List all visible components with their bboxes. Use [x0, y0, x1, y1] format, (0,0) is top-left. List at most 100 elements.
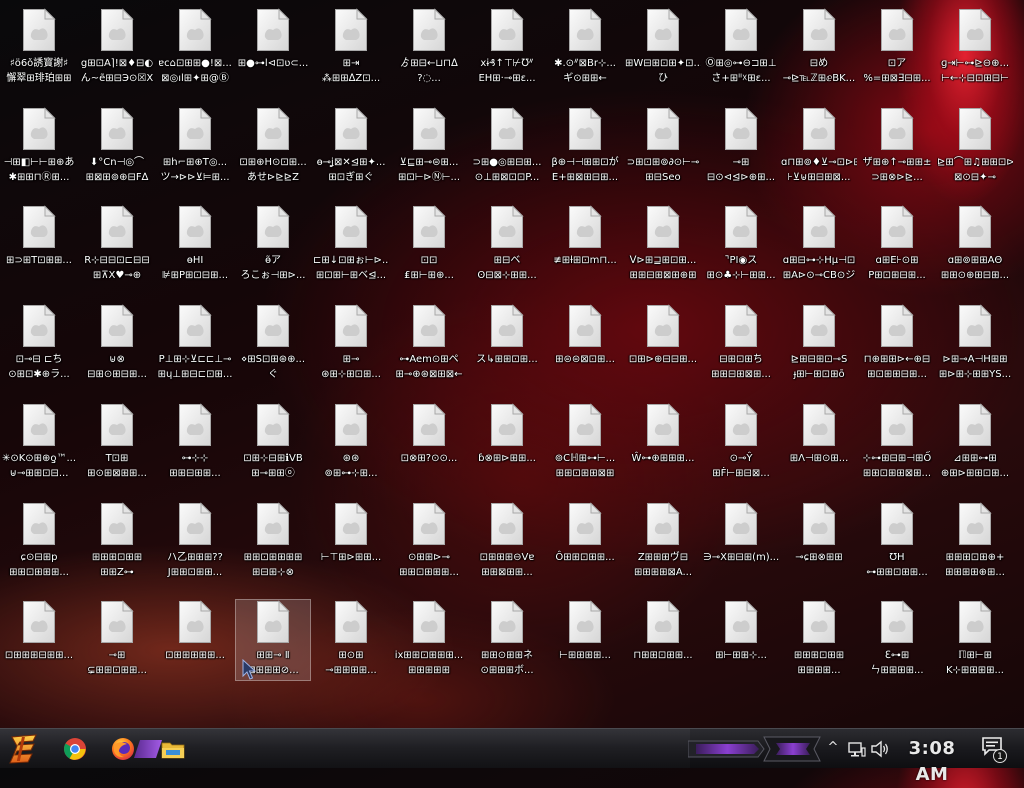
desktop-file-icon[interactable]: ⊣⊞◧⊢⊢⊞⊕あ ✱⊞⊞⊓Ⓡ⊞...	[1, 102, 77, 188]
desktop-file-icon[interactable]: ハ乙⊞⊞⊞?? J⊞⊞⊡⊞⊞...	[157, 497, 233, 583]
desktop-file-icon[interactable]: ⬇°Cn⊣◎⌒ ⊞⊠⊞⊚⊕⊟F∆	[79, 102, 155, 188]
desktop-file-icon[interactable]: ⊸⊞ ⊊⊞⊞⊡⊞⊞...	[79, 595, 155, 681]
desktop-file-icon[interactable]: ⊞⊟ベ ʘ⊟⊠⊹⊞⊞...	[469, 200, 545, 286]
desktop-file-icon[interactable]: ⊟⊞⊡⊞ち ⊞⊞⊟⊞⊠⊞...	[703, 299, 779, 385]
desktop-file-icon[interactable]: ⊓⊕⊞⊞⊳←⊕⊟ ⊞⊡⊞⊞⊟⊞...	[859, 299, 935, 385]
desktop-file-icon[interactable]: ⊡⊞⊹⊟⊞ℹVB ⊞⊸⊞⊞ⓞ	[235, 398, 311, 484]
desktop-file-icon[interactable]: ix⊞⊞⊡⊞⊞⊞... ⊞⊞⊞⊞⊞	[391, 595, 467, 681]
desktop-file-icon[interactable]: ɓ⊗⊞⊳⊞⊞...	[469, 398, 545, 484]
desktop-file-icon[interactable]: ⊢⊤⊞⊳⊞⊞...	[313, 497, 389, 583]
desktop-file-icon[interactable]: ⊡⊞⊕H⊙⊡⊞... あせ⊳⊵⊵Z	[235, 102, 311, 188]
desktop-file-icon[interactable]: ⊎⊗ ⊟⊞⊙⊞⊟⊞...	[79, 299, 155, 385]
desktop-file-icon[interactable]: ⊙⊸Ŷ ⊞Ḟ⊢⊞⊟⊠...	[703, 398, 779, 484]
desktop-file-icon[interactable]: ɡ⇥⊢⊶⊵⊖⊕... ⊢←⊹⊟⊡⊞⊟⊢	[937, 3, 1013, 89]
desktop-file-icon[interactable]: ス↳⊞⊞⊡⊞...	[469, 299, 545, 385]
desktop-file-icon[interactable]: ⊞⊞⊡⊞⊞⊞⊞ ⊞⊟⊞⊹⊗	[235, 497, 311, 583]
chevron-up-icon[interactable]: ^	[825, 738, 841, 758]
desktop-file-icon[interactable]: ⊏⊞↓⊡⊞ぉ⊢⊳... ⊞⊡⊞⊢⊞ベ⊴...	[313, 200, 389, 286]
desktop-file-icon[interactable]: ɕ⊙⊟⊞p ⊞⊞⊡⊞⊞⊞...	[1, 497, 77, 583]
desktop-file-icon[interactable]: ⊡⊸⊟ ⊏ち ⊙⊞⊡✱⊕ラ...	[1, 299, 77, 385]
volume-icon[interactable]	[870, 739, 890, 759]
desktop-file-icon[interactable]: ♯ö6ǒ誘寳謝♯ 懈翠⊞琲珀⊞⊞	[1, 3, 77, 89]
firefox-icon[interactable]	[110, 736, 136, 762]
desktop-file-icon[interactable]: ⊡⊞⊳⊕⊟⊟⊞...	[625, 299, 701, 385]
clock[interactable]: 3:08 AM	[898, 736, 966, 785]
desktop-file-icon[interactable]: ⊞⊙⊞ ⊸⊞⊞⊞⊞...	[313, 595, 389, 681]
desktop-file-icon[interactable]: ⊡⊡ ₤⊞⊢⊞⊕...	[391, 200, 467, 286]
network-icon[interactable]	[847, 739, 867, 759]
desktop-file-icon[interactable]: ⊞⊸ ⊛⊞⊹⊞⊡⊞...	[313, 299, 389, 385]
desktop-file-icon[interactable]: ⊞Λ⊣⊞⊙⊞...	[781, 398, 857, 484]
desktop-file-icon[interactable]: ⊙⊞⊞⊳⊸ ⊞⊞⊡⊞⊞⊞...	[391, 497, 467, 583]
desktop-file-icon[interactable]: ザ⊞⊕↑⊸⊞⊞± ⊃⊞⊗⊳⊵...	[859, 102, 935, 188]
desktop-file-icon[interactable]: ɐc⌂⊡⊞⊞●!⊠... ⊠◎ıl⊞✦⊞@Ⓑ	[157, 3, 233, 89]
desktop-file-icon[interactable]: ✳⊙K⊙⊞⊕ƍ™... ⊎⊸⊞⊞⊡⊟...	[1, 398, 77, 484]
desktop-file-icon[interactable]: Ŵ⊶⊕⊞⊞⊞...	[625, 398, 701, 484]
desktop-file-icon[interactable]: ⊢⊞⊞⊞⊞...	[547, 595, 623, 681]
desktop-file-icon[interactable]: ⊶⊹⊹ ⊞⊞⊟⊞⊞...	[157, 398, 233, 484]
desktop-file-icon[interactable]: ⊹⊶⊞⊟⊞⊣⊞Ố ⊞⊞⊡⊞⊞⊠⊞...	[859, 398, 935, 484]
desktop-file-icon[interactable]: ⊳⊞⊸A⊣H⊞⊞ ⊞⊳⊞⊹⊞⊞YS...	[937, 299, 1013, 385]
desktop-file-icon[interactable]: ⊞⊞⊞⊡⊞⊕+ ⊞⊞⊞⊞⊕⊞...	[937, 497, 1013, 583]
desktop-file-icon[interactable]: ⊞⊞⊞⊡⊞⊞ ⊞⊞Z⊶	[79, 497, 155, 583]
desktop-file-icon[interactable]: ⊞W⊟⊞⊡⊞✦⊡... ひ	[625, 3, 701, 89]
desktop-file-icon[interactable]: ⊡ア %=⊞⊠∃⊟⊞...	[859, 3, 935, 89]
desktop-file-icon[interactable]: ⊶Aem⊙⊞ペ ⊞⊸⊕⊛⊠⊞⊠←	[391, 299, 467, 385]
desktop-file-icon[interactable]: ⊻⊑⊞⊸⊜⊞... ⊞⊡⊢⊳Ⓝ⊢...	[391, 102, 467, 188]
desktop-file-icon[interactable]: ✱.⊙ᐥ⊠Br⊹... ギ⊙⊞⊞←	[547, 3, 623, 89]
notification-button[interactable]: 1	[981, 735, 1007, 763]
desktop-file-icon[interactable]: ⊿⊞⊞⊶⊞ ⊕⊞⊳⊞⊞⊡⊞...	[937, 398, 1013, 484]
desktop-file-icon[interactable]: ⊞⊞⊙⊞⊞ネ ⊙⊞⊞⊞ボ...	[469, 595, 545, 681]
desktop-file-icon[interactable]: ⊸ɕ⊞⊗⊞⊞	[781, 497, 857, 583]
desktop-file-icon[interactable]: β⊕⊣⊣⊞⊞⊡が E+⊞⊠⊞⊟⊞...	[547, 102, 623, 188]
desktop-file-icon[interactable]: ɑ⊞⊚⊞⊞AΘ ⊞⊞⊙⊕⊞⊟⊞...	[937, 200, 1013, 286]
desktop-file-icon[interactable]: Ⓞ⊞◎⊶⊖⊐⊞⊥ さ+⊞ᐦ☓⊞ɛ...	[703, 3, 779, 89]
desktop-file-icon[interactable]: ⊵⊞⌒⊞♫⊞⊞⊡⊳ ⊠⊙⊟✦⊸	[937, 102, 1013, 188]
chrome-icon[interactable]	[62, 736, 88, 762]
desktop-file-icon[interactable]: ɑ⊓⊞⊚♦⊻⊸⊡⊳⊟ ⊦⊻⊎⊞⊟⊞⊠...	[781, 102, 857, 188]
desktop-file-icon[interactable]: ɵ̃ア ろこぉ⊣⊞⊳...	[235, 200, 311, 286]
desktop-file-icon[interactable]: R⊹⊟⊟⊡⊏⊟⊟ ⊞⊼X♥⊸⊕	[79, 200, 155, 286]
desktop-file-icon[interactable]: ⊛⊛ ⊚⊞⊶⊹⊞...	[313, 398, 389, 484]
desktop-file-icon[interactable]: ∋⊸X⊞⊟⊞(m)...	[703, 497, 779, 583]
start-button[interactable]	[6, 732, 42, 766]
desktop-file-icon[interactable]: ⊵⊞⊟⊞⊡⊸S ɟ⊞⊢⊞⊡⊞ō	[781, 299, 857, 385]
desktop-file-icon[interactable]: ⊃⊞●◎⊞⊟⊞... ⊙⊥⊞⊠⊡⊡P...	[469, 102, 545, 188]
desktop-file-icon[interactable]: ⊞⊜⊜⊠⊡⊞...	[547, 299, 623, 385]
desktop-file-icon[interactable]: ⋄⊞S⊡⊞⊛⊕... ぐ	[235, 299, 311, 385]
desktop-file-icon[interactable]: ⊞⊃⊞T⊡⊞⊞...	[1, 200, 77, 286]
desktop-file-icon[interactable]: ⌝PI◉ス ⊞⊙♣⊹⊢⊞⊞...	[703, 200, 779, 286]
desktop-file-icon[interactable]: P⊥⊞⊹⊻⊏⊏⊥⊸ ⊞ɥ⊥⊞⊟⊏⊡⊞...	[157, 299, 233, 385]
desktop-file-icon[interactable]: ⊞⇥ ⁂⊞⊞ᐃZ⊡...	[313, 3, 389, 89]
desktop-file-icon[interactable]: Ô⊞⊞⊡⊞⊞...	[547, 497, 623, 583]
file-explorer-icon[interactable]	[160, 736, 186, 762]
desktop-file-icon[interactable]: ɵHI ⊯⊞P⊞⊡⊟⊞...	[157, 200, 233, 286]
desktop-file-icon[interactable]: ɑ⊞⊟⊶⊹Hμ⊣⊡ ⊞A⊳⊙⊸CB⊙ジ	[781, 200, 857, 286]
desktop-file-icon[interactable]: ⊞●⊶ⅼ⊲⊡ʋ⊂...	[235, 3, 311, 89]
desktop-file-icon[interactable]: ⊡⊞⊞⊞⊟⊞⊞...	[1, 595, 77, 681]
desktop-file-icon[interactable]: ゟ⊞⊟←⊔⊓ᐃ ?◌...	[391, 3, 467, 89]
desktop-file-icon[interactable]: ⊡⊞⊞⊞⊖Vɐ ⊞⊞⊠⊞⊞...	[469, 497, 545, 583]
desktop-file-icon[interactable]: ⊡⊗⊞?⊙⊙...	[391, 398, 467, 484]
desktop-file-icon[interactable]: ⊸⊞ ⊟⊙⊲⊴⊳⊕⊞...	[703, 102, 779, 188]
desktop[interactable]: ♯ö6ǒ誘寳謝♯ 懈翠⊞琲珀⊞⊞ g⊞⊡A⌉!⊠♦⊟◐ ん~ẽ⊞⊟Э⊙☒X ɐc⌂⊡⊞⊞…	[0, 0, 1024, 728]
desktop-file-icon[interactable]: ƱH ⊶⊞⊞⊡⊞⊞...	[859, 497, 935, 583]
desktop-file-icon[interactable]: ⊓⊞⊞⊡⊞⊞...	[625, 595, 701, 681]
desktop-file-icon[interactable]: ℇ⊶⊞ ㄣ⊞⊞⊞⊞...	[859, 595, 935, 681]
desktop-file-icon[interactable]: ɵ⊸ʝ⊠✕⊴⊞✦... ⊞⊡ぎ⊞ぐ	[313, 102, 389, 188]
desktop-file-icon[interactable]: ⊞⊢⊞⊞⊹...	[703, 595, 779, 681]
desktop-file-icon[interactable]: T⊡⊞ ⊞⊙⊞⊠⊞⊞...	[79, 398, 155, 484]
desktop-file-icon[interactable]: ⊡⊞⊞⊞⊞⊞...	[157, 595, 233, 681]
desktop-file-icon[interactable]: ℿ⊞⊢⊞ K⊹⊞⊞⊞⊞...	[937, 595, 1013, 681]
desktop-file-icon[interactable]: ⊞h⌐⊞⊕T◎... ツ→⊳⊳⊻⊨⊞...	[157, 102, 233, 188]
desktop-file-icon[interactable]: ɑ⊞E⊦⊙⊞ P⊞⊡⊞⊟⊞...	[859, 200, 935, 286]
desktop-file-icon[interactable]: Z⊞⊞⊞ヴ⊟ ⊞⊞⊞⊞⊠A...	[625, 497, 701, 583]
desktop-file-icon[interactable]: ⊞⊞⊞⊡⊞⊞ ⊞⊞⊞⊞...	[781, 595, 857, 681]
desktop-file-icon[interactable]: ⊟め ⊸⊵℡ℤ⊞ⅇBK...	[781, 3, 857, 89]
desktop-file-icon[interactable]: g⊞⊡A⌉!⊠♦⊟◐ ん~ẽ⊞⊟Э⊙☒X	[79, 3, 155, 89]
desktop-file-icon[interactable]: ⊃⊞⊡⊞⊚∂⊙⊢⊸ ⊞⊟Seo	[625, 102, 701, 188]
desktop-file-icon[interactable]: ᐯ⊳⊞⊒⊞⊡⊞... ⊞⊞⊟⊞⊠⊞⊕⊞	[625, 200, 701, 286]
desktop-file-icon[interactable]: ⊚Cℍ⊞⊶⊢... ⊞⊞⊡⊞⊞⊠⊞	[547, 398, 623, 484]
desktop-file-icon[interactable]: ≢⊞ƚ⊞⊡m⊓...	[547, 200, 623, 286]
desktop-file-icon[interactable]: xɨ₰↑⊤⊬℧ᐥ EH⊞·⊸⊞ɛ...	[469, 3, 545, 89]
